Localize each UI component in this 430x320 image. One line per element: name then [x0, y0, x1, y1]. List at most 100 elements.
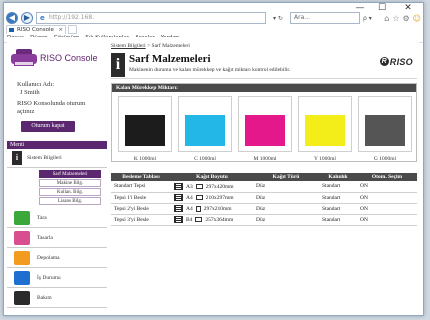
- tray-cell: Tepsi 2'yi Besle: [111, 203, 171, 215]
- page: RISO Console Kullanıcı Adı: J Smith RISO…: [7, 37, 419, 313]
- search-input[interactable]: Ara...: [290, 12, 360, 24]
- size-code: B4: [186, 216, 193, 223]
- ink-tank-m: M 1000ml: [238, 96, 292, 162]
- home-icon[interactable]: ⌂: [384, 14, 389, 23]
- page-description: Makinenin durumu ve kalan mürekkep ve ka…: [129, 67, 291, 73]
- type-cell: Düz: [253, 192, 319, 204]
- search-icon[interactable]: ρ ▾: [363, 15, 379, 22]
- user-label: Kullanıcı Adı:: [17, 81, 55, 88]
- auto-cell: ON: [357, 181, 417, 193]
- tray-cell: Tepsi 1'i Besle: [111, 192, 171, 204]
- ink-label: M 1000ml: [253, 156, 277, 162]
- close-tab-icon[interactable]: ×: [58, 26, 63, 34]
- tab-label: RISO Console: [17, 27, 54, 33]
- tray-icon: [174, 182, 183, 190]
- job-status-icon: [14, 270, 30, 285]
- settings-icon[interactable]: ⚙: [402, 14, 409, 23]
- size-dims: 297x210mm: [203, 205, 232, 212]
- printer-icon: [11, 49, 37, 67]
- nav-job-status-label: İş Durumu: [37, 274, 61, 281]
- paper-table-header: Besleme Tablası Kağıt Boyutu Kağıt Türü …: [111, 173, 417, 181]
- size-cell: A4 297x210mm: [171, 203, 253, 215]
- size-code: A4: [186, 205, 193, 212]
- nav-design[interactable]: Tasarla: [7, 228, 107, 248]
- sidebar: RISO Console Kullanıcı Adı: J Smith RISO…: [7, 37, 107, 313]
- info-icon: i: [111, 53, 125, 77]
- size-code: A4: [186, 194, 193, 201]
- address-bar[interactable]: http://192.168.: [36, 12, 266, 24]
- nav-maintenance-label: Bakım: [37, 294, 52, 301]
- logout-button[interactable]: Oturum kapat: [21, 121, 75, 132]
- new-tab-button[interactable]: [68, 25, 77, 34]
- size-cell: B4 257x364mm: [171, 214, 253, 226]
- size-dims: 257x364mm: [205, 216, 234, 223]
- tray-icon: [174, 216, 183, 223]
- paper-orientation-icon: [195, 217, 203, 222]
- size-dims: 210x297mm: [205, 194, 234, 201]
- nav-maintenance[interactable]: Bakım: [7, 288, 107, 308]
- nav-job-status[interactable]: İş Durumu: [7, 268, 107, 288]
- breadcrumb-system-info[interactable]: Sistem Bilgileri: [111, 43, 146, 49]
- type-cell: Düz: [253, 203, 319, 215]
- breadcrumb: Sistem Bilgileri > Sarf Malzemeleri: [111, 43, 417, 51]
- back-button[interactable]: ◀: [6, 12, 18, 24]
- paper-orientation-icon: [195, 195, 203, 200]
- ink-panel: Kalan Mürekkep Miktarı: K 1000ml C 1000m…: [111, 83, 417, 162]
- table-row: Standart Tepsi A3 297x420mm Düz Standart …: [111, 181, 417, 193]
- nav-scan[interactable]: Tara: [7, 208, 107, 228]
- thickness-cell: Standart: [319, 203, 357, 215]
- ink-tank-g: G 1000ml: [358, 96, 412, 162]
- scan-icon: [14, 210, 30, 225]
- maintenance-icon: [14, 290, 30, 305]
- auto-cell: ON: [357, 192, 417, 204]
- browser-window: — ☐ ✕ ◀ ▶ http://192.168. ▾ ↻ Ara... ρ ▾…: [3, 2, 424, 316]
- page-header: i Sarf Malzemeleri Makinenin durumu ve k…: [111, 51, 417, 79]
- thickness-cell: Standart: [319, 214, 357, 226]
- user-info: Kullanıcı Adı: J Smith RISO Konsolunda o…: [17, 81, 102, 115]
- menu-header: Menü: [7, 141, 107, 149]
- ink-tank-y: Y 1000ml: [298, 96, 352, 162]
- brand-text: RISO: [389, 57, 413, 67]
- col-type: Kağıt Türü: [253, 173, 319, 181]
- address-row: ◀ ▶ http://192.168. ▾ ↻ Ara... ρ ▾ ⌂ ☆ ⚙…: [6, 11, 421, 25]
- forward-button[interactable]: ▶: [21, 12, 33, 24]
- storage-icon: [14, 250, 30, 265]
- login-status: RISO Konsolunda oturum açtınız: [17, 100, 86, 115]
- user-name: J Smith: [20, 88, 40, 96]
- thickness-cell: Standart: [319, 181, 357, 193]
- breadcrumb-current: > Sarf Malzemeleri: [147, 43, 190, 49]
- subnav-user-info[interactable]: Kullan. Bilg.: [39, 188, 101, 196]
- nav-storage-label: Depolama: [37, 254, 60, 261]
- table-row: Tepsi 2'yi Besle A4 297x210mm Düz Standar…: [111, 203, 417, 215]
- size-code: A3: [186, 183, 193, 190]
- table-row: Tepsi 1'i Besle A4 210x297mm Düz Standart…: [111, 192, 417, 204]
- tray-cell: Standart Tepsi: [111, 181, 171, 193]
- page-title: Sarf Malzemeleri: [129, 53, 211, 65]
- tray-icon: [174, 194, 183, 201]
- info-icon: i: [12, 151, 22, 165]
- nav-scan-label: Tara: [37, 214, 47, 221]
- paper-orientation-icon: [195, 205, 201, 212]
- col-tray: Besleme Tablası: [111, 173, 171, 181]
- nav-storage[interactable]: Depolama: [7, 248, 107, 268]
- subnav-license-info[interactable]: Lisans Bilg.: [39, 197, 101, 205]
- feedback-icon[interactable]: ☺: [413, 14, 421, 23]
- riso-console-logo: RISO Console: [11, 49, 98, 67]
- design-icon: [14, 230, 30, 245]
- nav-system-info[interactable]: i Sistem Bilgileri: [7, 149, 107, 168]
- size-cell: A3 297x420mm: [171, 181, 253, 193]
- subnav-consumables[interactable]: Sarf Malzemeleri: [39, 170, 101, 178]
- tab-riso-console[interactable]: RISO Console ×: [6, 25, 66, 34]
- col-size: Kağıt Boyutu: [171, 173, 253, 181]
- table-row: Tepsi 3'yi Besle B4 257x364mm Düz Standar…: [111, 214, 417, 226]
- auto-cell: ON: [357, 203, 417, 215]
- subnav-machine-info[interactable]: Makine Bilg.: [39, 179, 101, 187]
- col-auto: Otom. Seçim: [357, 173, 417, 181]
- refresh-icon[interactable]: ▾ ↻: [269, 15, 287, 22]
- col-thickness: Kalınlık: [319, 173, 357, 181]
- logo-text: RISO Console: [40, 53, 98, 63]
- tray-icon: [174, 205, 183, 212]
- paper-table: Besleme Tablası Kağıt Boyutu Kağıt Türü …: [111, 173, 417, 226]
- favorites-icon[interactable]: ☆: [392, 14, 399, 23]
- tab-row: RISO Console ×: [4, 25, 423, 34]
